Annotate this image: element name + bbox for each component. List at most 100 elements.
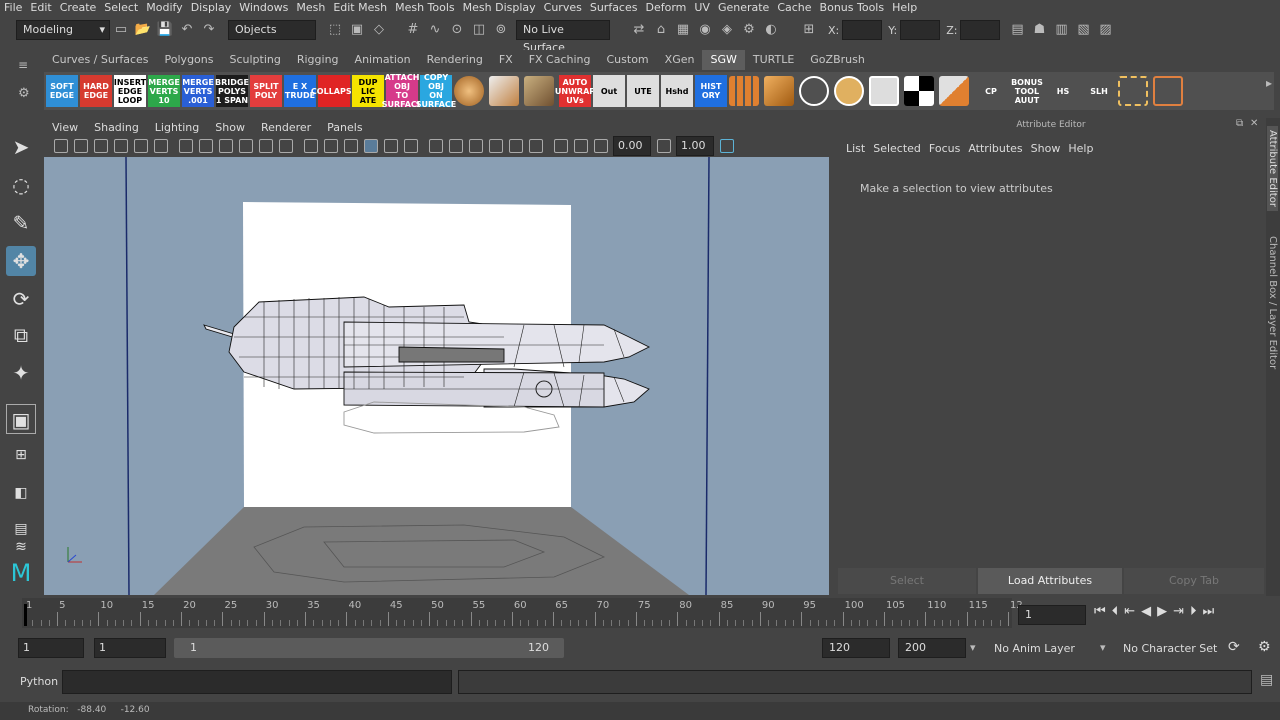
viewport-menu-renderer[interactable]: Renderer — [261, 121, 311, 134]
selection-mode-dropdown[interactable]: Objects — [228, 20, 316, 40]
bookmark-icon[interactable] — [94, 139, 108, 153]
range-slider[interactable]: 1 120 — [174, 638, 564, 658]
film-gate-icon[interactable] — [199, 139, 213, 153]
select-object-icon[interactable]: ▣ — [348, 21, 366, 39]
menu-mesh-tools[interactable]: Mesh Tools — [395, 0, 455, 15]
preferences-icon[interactable]: ⚙ — [1258, 639, 1271, 655]
viewport-menu-lighting[interactable]: Lighting — [155, 121, 199, 134]
shelf-button-merge-verts-10[interactable]: MERGE VERTS 10 — [148, 75, 180, 107]
menu-cache[interactable]: Cache — [777, 0, 811, 15]
rotate-tool-icon[interactable]: ⟳ — [6, 284, 36, 314]
select-button[interactable]: Select — [838, 568, 976, 594]
tab-xgen[interactable]: XGen — [657, 50, 703, 70]
go-to-end-icon[interactable]: ⏭ — [1203, 604, 1215, 619]
undo-icon[interactable]: ↶ — [178, 21, 196, 39]
auto-key-icon[interactable]: ⟳ — [1228, 639, 1240, 655]
xray-joints-icon[interactable] — [404, 139, 418, 153]
hs-icon[interactable]: HS — [1046, 75, 1080, 107]
x-field[interactable] — [842, 20, 883, 40]
scale-tool-icon[interactable]: ⧉ — [6, 320, 36, 350]
attribute-editor-tab[interactable]: Attribute Editor — [1267, 126, 1278, 211]
playback-start-field[interactable]: 1 — [94, 638, 166, 658]
render-frame-icon[interactable]: ◉ — [696, 21, 714, 39]
select-hierarchy-icon[interactable]: ⬚ — [326, 21, 344, 39]
exposure-icon[interactable] — [594, 139, 608, 153]
menu-deform[interactable]: Deform — [645, 0, 686, 15]
shelf-button-dup-lic-ate[interactable]: DUP LIC ATE — [352, 75, 384, 107]
menu-display[interactable]: Display — [191, 0, 232, 15]
snap-point-icon[interactable]: ⊙ — [448, 21, 466, 39]
tool-settings-icon[interactable]: ▧ — [1074, 21, 1092, 39]
tab-sculpting[interactable]: Sculpting — [221, 50, 288, 70]
persp-outliner-layout-icon[interactable]: ◧ — [6, 478, 36, 508]
shelf-button-split-poly[interactable]: SPLIT POLY — [250, 75, 282, 107]
isolate-select-icon[interactable] — [554, 139, 568, 153]
use-all-lights-icon[interactable] — [429, 139, 443, 153]
snap-view-plane-icon[interactable]: ◫ — [470, 21, 488, 39]
tab-sgw[interactable]: SGW — [702, 50, 745, 70]
wireframe-icon[interactable] — [304, 139, 318, 153]
perspective-viewport[interactable] — [44, 157, 829, 595]
attribute-editor-toggle-icon[interactable]: ▥ — [1052, 21, 1070, 39]
camera-select-icon[interactable] — [54, 139, 68, 153]
float-panel-icon[interactable]: ⧉ — [1236, 118, 1243, 129]
menu-bonus-tools[interactable]: Bonus Tools — [820, 0, 885, 15]
transform-icon[interactable]: ⊞ — [800, 21, 818, 39]
motion-blur-icon[interactable] — [489, 139, 503, 153]
menu-uv[interactable]: UV — [694, 0, 710, 15]
y-field[interactable] — [900, 20, 941, 40]
menu-help[interactable]: Help — [892, 0, 917, 15]
character-set-selector[interactable]: No Character Set — [1123, 642, 1217, 655]
move-tool-icon[interactable]: ✥ — [6, 246, 36, 276]
viewport-menu-view[interactable]: View — [52, 121, 78, 134]
tab-polygons[interactable]: Polygons — [157, 50, 222, 70]
last-tool-icon[interactable]: ✦ — [6, 358, 36, 388]
copy-tab-button[interactable]: Copy Tab — [1124, 568, 1264, 594]
close-icon[interactable]: ✕ — [1250, 118, 1258, 129]
current-time-indicator[interactable] — [24, 604, 27, 626]
two-d-pan-icon[interactable] — [134, 139, 148, 153]
select-component-icon[interactable]: ◇ — [370, 21, 388, 39]
grease-pencil-icon[interactable] — [154, 139, 168, 153]
tab-gozbrush[interactable]: GoZBrush — [802, 50, 873, 70]
default-material-icon[interactable] — [344, 139, 358, 153]
lasso-tool-icon[interactable]: ◌ — [6, 170, 36, 200]
ae-menu-attributes[interactable]: Attributes — [968, 142, 1022, 155]
bounding-box-icon[interactable] — [1153, 76, 1183, 106]
step-back-key-icon[interactable]: ⏴ — [1112, 604, 1119, 619]
tab-turtle[interactable]: TURTLE — [745, 50, 802, 70]
character-controls-icon[interactable]: ☗ — [1030, 21, 1048, 39]
menu-mesh[interactable]: Mesh — [296, 0, 325, 15]
shelf-scroll-icon[interactable]: ▸ — [1266, 76, 1272, 90]
render-settings-icon[interactable]: ⚙ — [740, 21, 758, 39]
menu-surfaces[interactable]: Surfaces — [590, 0, 638, 15]
single-perspective-layout-icon[interactable]: ▣ — [6, 404, 36, 434]
save-scene-icon[interactable]: 💾 — [156, 21, 174, 39]
select-tool-icon[interactable]: ➤ — [6, 132, 36, 162]
ae-menu-show[interactable]: Show — [1031, 142, 1061, 155]
play-forwards-icon[interactable]: ▶ — [1157, 604, 1167, 619]
input-output-icon[interactable]: ⇄ — [630, 21, 648, 39]
shelf-menu-icon[interactable]: ≡ — [18, 58, 28, 72]
pivot-icon[interactable] — [904, 76, 934, 106]
command-language-label[interactable]: Python — [20, 675, 58, 688]
channel-box-tab[interactable]: Channel Box / Layer Editor — [1267, 232, 1278, 373]
ipr-render-icon[interactable]: ◈ — [718, 21, 736, 39]
resolution-gate-icon[interactable] — [219, 139, 233, 153]
menu-curves[interactable]: Curves — [544, 0, 582, 15]
tab-fx[interactable]: FX — [491, 50, 521, 70]
shelf-button-bridge-polys-1-span[interactable]: BRIDGE POLYS 1 SPAN — [215, 75, 249, 107]
snap-curve-icon[interactable]: ∿ — [426, 21, 444, 39]
wireframe-on-shaded-icon[interactable] — [364, 139, 378, 153]
mode-dropdown[interactable]: Modeling ▾ — [16, 20, 110, 40]
menu-windows[interactable]: Windows — [239, 0, 288, 15]
load-attributes-button[interactable]: Load Attributes — [978, 568, 1122, 594]
command-input[interactable] — [62, 670, 452, 694]
time-ruler[interactable]: 1 5 10 15 20 25 30 35 40 45 50 55 60 65 70 75 80 85 90 95 10… — [22, 598, 1023, 628]
viewport-menu-show[interactable]: Show — [215, 121, 245, 134]
tab-custom[interactable]: Custom — [599, 50, 657, 70]
snap-grid-icon[interactable]: # — [404, 21, 422, 39]
shelf-button-merge-verts-001[interactable]: MERGE VERTS .001 — [182, 75, 214, 107]
shelf-button-insert-edge-loop[interactable]: INSERT EDGE LOOP — [114, 75, 146, 107]
target-icon-2[interactable] — [834, 76, 864, 106]
